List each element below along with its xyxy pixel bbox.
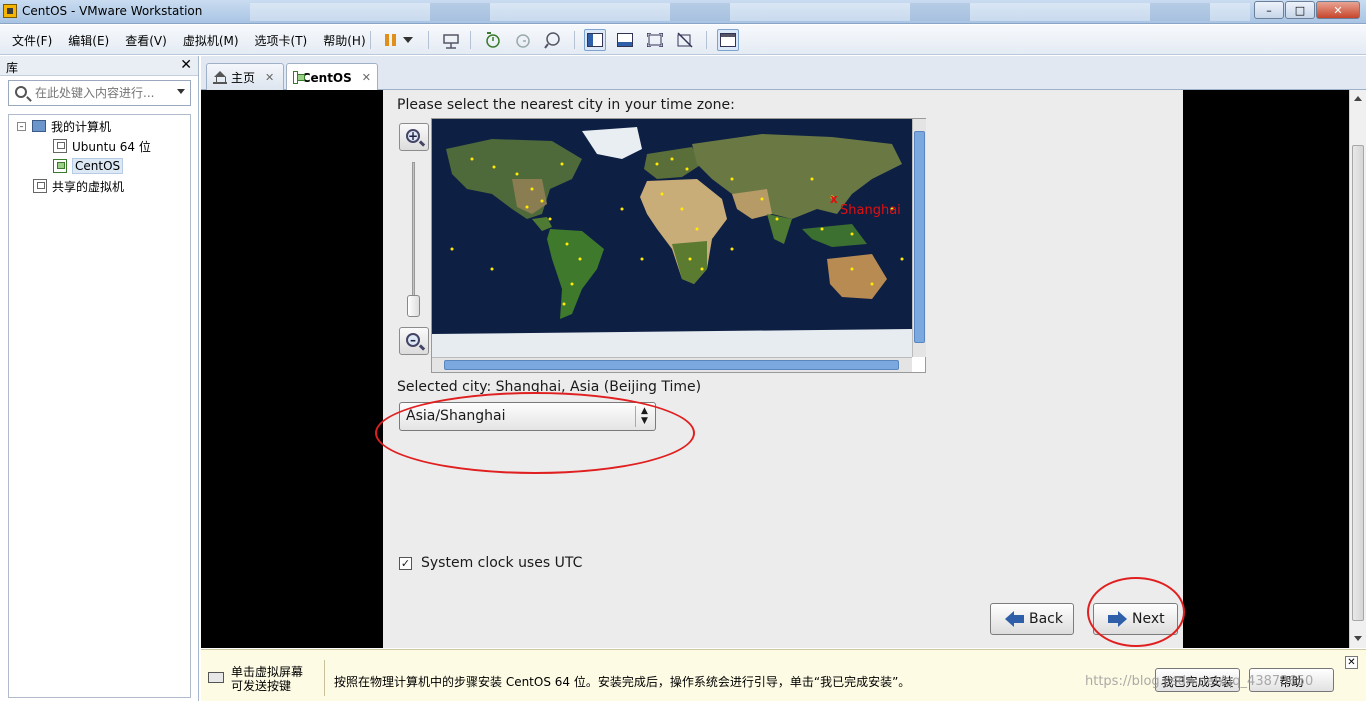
snapshot-manager-button[interactable]	[542, 29, 564, 51]
close-window-button[interactable]: ✕	[1316, 1, 1360, 19]
snapshot-button[interactable]	[482, 29, 504, 51]
library-view-icon	[587, 33, 603, 47]
world-map-graphic: x	[432, 127, 912, 357]
menu-edit[interactable]: 编辑(E)	[60, 32, 117, 49]
tab-centos[interactable]: CentOS ✕	[286, 63, 378, 91]
maximize-button[interactable]: □	[1285, 1, 1315, 19]
click-to-send-keys-hint: 单击虚拟屏幕 可发送按键	[231, 665, 304, 693]
pause-vm-button[interactable]	[380, 29, 402, 51]
zoom-in-icon: +	[406, 129, 420, 143]
menu-help[interactable]: 帮助(H)	[315, 32, 373, 49]
zoom-slider-track[interactable]	[412, 162, 415, 312]
annotation-circle-timezone	[375, 392, 695, 474]
snapshot-manager-icon	[544, 32, 560, 49]
tab-strip: 主页 ✕ CentOS ✕	[201, 56, 1366, 91]
menu-toolbar: 文件(F) 编辑(E) 查看(V) 虚拟机(M) 选项卡(T) 帮助(H)	[0, 25, 1366, 55]
minimize-button[interactable]: –	[1254, 1, 1284, 19]
console-view-button[interactable]	[717, 29, 739, 51]
background-taskbar-tabs	[250, 3, 1250, 21]
keyboard-icon	[208, 672, 224, 683]
library-panel: 库 ✕ – 我的计算机 Ubuntu 64 位 CentOS 共享的虚拟机	[0, 56, 199, 701]
library-tree: – 我的计算机 Ubuntu 64 位 CentOS 共享的虚拟机	[8, 114, 191, 698]
chevron-down-icon	[403, 37, 413, 43]
close-library-icon[interactable]: ✕	[180, 57, 192, 73]
utc-label: System clock uses UTC	[421, 555, 583, 571]
zoom-out-button[interactable]: –	[399, 327, 429, 355]
thumbnail-bar-icon	[617, 33, 633, 47]
running-vm-icon	[293, 71, 305, 84]
pause-icon	[385, 34, 396, 46]
library-search[interactable]	[8, 80, 191, 106]
arrow-left-icon	[1005, 611, 1025, 627]
tab-home[interactable]: 主页 ✕	[206, 63, 284, 90]
tree-item-ubuntu[interactable]: Ubuntu 64 位	[53, 137, 151, 155]
map-vertical-scrollbar[interactable]	[912, 119, 926, 357]
back-button[interactable]: Back	[990, 603, 1074, 635]
home-icon	[213, 70, 227, 84]
console-scroll-thumb[interactable]	[1352, 145, 1364, 621]
vm-icon	[53, 139, 67, 153]
send-ctrl-alt-del-button[interactable]	[440, 29, 462, 51]
timezone-prompt: Please select the nearest city in your t…	[397, 97, 735, 113]
selected-city-marker: x	[830, 192, 838, 206]
world-map[interactable]: x Shanghai	[432, 119, 912, 357]
unity-icon	[677, 32, 693, 48]
tree-item-shared-vms[interactable]: 共享的虚拟机	[33, 177, 124, 195]
revert-snapshot-button[interactable]	[512, 29, 534, 51]
close-tab-icon[interactable]: ✕	[265, 71, 274, 84]
shared-vm-icon	[33, 179, 47, 193]
revert-snapshot-icon	[516, 34, 530, 48]
network-keyboard-icon	[443, 34, 459, 49]
snapshot-icon	[486, 32, 500, 48]
fullscreen-icon	[647, 33, 663, 47]
power-dropdown-button[interactable]	[401, 29, 415, 51]
menu-vm[interactable]: 虚拟机(M)	[175, 32, 247, 49]
tree-item-my-computer[interactable]: – 我的计算机	[17, 117, 111, 135]
menu-tabs[interactable]: 选项卡(T)	[247, 32, 316, 49]
title-bar: CentOS - VMware Workstation – □ ✕	[0, 0, 1366, 24]
install-instruction-message: 按照在物理计算机中的步骤安装 CentOS 64 位。安装完成后，操作系统会进行…	[334, 675, 911, 689]
fullscreen-button[interactable]	[644, 29, 666, 51]
watermark: https://blog.csdn.net/qq_43873650	[1085, 674, 1314, 689]
world-map-frame: x Shanghai	[431, 118, 926, 373]
zoom-out-icon: –	[406, 333, 420, 347]
library-title: 库	[6, 61, 19, 75]
tree-item-centos[interactable]: CentOS	[53, 157, 124, 175]
collapse-icon[interactable]: –	[17, 121, 26, 131]
annotation-circle-next	[1087, 577, 1185, 647]
timezone-installer-screen: Please select the nearest city in your t…	[383, 90, 1183, 648]
console-scrollbar[interactable]	[1349, 90, 1366, 648]
zoom-in-button[interactable]: +	[399, 123, 429, 151]
zoom-slider-handle[interactable]	[407, 295, 420, 317]
close-tab-icon[interactable]: ✕	[362, 71, 371, 84]
menu-view[interactable]: 查看(V)	[117, 32, 175, 49]
search-icon	[15, 86, 27, 98]
unity-mode-button[interactable]	[674, 29, 696, 51]
vmware-app-icon	[3, 4, 17, 18]
console-view-icon	[720, 33, 736, 47]
thumbnail-bar-button[interactable]	[614, 29, 636, 51]
computer-icon	[32, 120, 46, 132]
running-vm-icon	[53, 159, 67, 173]
library-search-input[interactable]	[35, 84, 165, 102]
utc-checkbox-row[interactable]: ✓ System clock uses UTC	[399, 555, 582, 571]
map-city-label: Shanghai	[840, 203, 901, 218]
close-hint-icon[interactable]: ✕	[1345, 656, 1358, 669]
menu-file[interactable]: 文件(F)	[4, 32, 60, 49]
show-library-button[interactable]	[584, 29, 606, 51]
utc-checkbox[interactable]: ✓	[399, 556, 412, 570]
map-horizontal-scrollbar[interactable]	[432, 357, 912, 372]
window-title: CentOS - VMware Workstation	[22, 4, 203, 18]
chevron-down-icon[interactable]	[177, 89, 185, 94]
